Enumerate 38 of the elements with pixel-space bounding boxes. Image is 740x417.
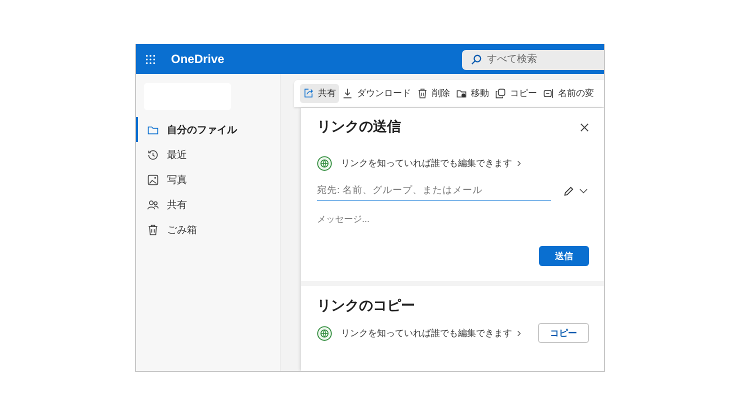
- chevron-down-icon[interactable]: [579, 188, 588, 194]
- globe-icon: [317, 156, 332, 171]
- toolbar-button[interactable]: 移動: [453, 84, 492, 103]
- people-icon: [147, 198, 159, 210]
- toolbar-button[interactable]: 削除: [414, 84, 453, 103]
- folder-icon: [147, 124, 159, 136]
- trash-icon: [147, 224, 159, 236]
- toolbar-button[interactable]: ダウンロード: [339, 84, 414, 103]
- share-icon: [303, 88, 314, 99]
- pencil-icon[interactable]: [563, 186, 574, 196]
- nav-item[interactable]: 共有: [136, 192, 280, 217]
- app-name: OneDrive: [171, 52, 224, 66]
- chevron-right-icon[interactable]: [517, 330, 521, 336]
- copy-icon: [495, 88, 506, 99]
- send-button[interactable]: 送信: [539, 246, 589, 266]
- section-title: リンクのコピー: [317, 297, 416, 315]
- chevron-right-icon[interactable]: [517, 160, 521, 167]
- link-settings-link[interactable]: リンクを知っていれば誰でも編集できます: [341, 326, 512, 340]
- nav-item[interactable]: 写真: [136, 167, 280, 192]
- close-icon[interactable]: [580, 122, 589, 132]
- toolbar-button[interactable]: 名前の変: [540, 84, 597, 103]
- toolbar-button[interactable]: 共有: [300, 84, 339, 103]
- clock-icon: [147, 148, 159, 160]
- nav-item[interactable]: ごみ箱: [136, 217, 280, 242]
- search-icon: [471, 54, 482, 65]
- toolbar-button[interactable]: コピー: [492, 84, 540, 103]
- link-settings-link[interactable]: リンクを知っていれば誰でも編集できます: [341, 157, 512, 170]
- app-launcher-icon[interactable]: [145, 54, 156, 64]
- download-icon: [342, 88, 353, 99]
- image-icon: [147, 174, 159, 186]
- rename-icon: [543, 88, 554, 99]
- trash-icon: [417, 88, 428, 99]
- globe-icon: [317, 326, 332, 340]
- search-field[interactable]: すべて検索: [462, 50, 604, 70]
- copy-button[interactable]: コピー: [538, 323, 589, 343]
- panel-title: リンクの送信: [317, 118, 401, 136]
- folder-icon: [456, 88, 467, 99]
- nav-item[interactable]: 最近: [136, 142, 280, 167]
